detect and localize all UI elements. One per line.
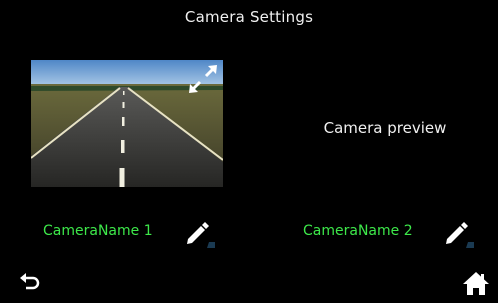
back-arrow-icon[interactable] xyxy=(18,272,42,294)
camera-2-name: CameraName 2 xyxy=(303,223,413,239)
camera-2-preview-label: Camera preview xyxy=(323,119,447,137)
pencil-icon[interactable] xyxy=(185,220,215,248)
home-icon[interactable] xyxy=(462,270,490,296)
camera-1-name: CameraName 1 xyxy=(43,223,153,239)
page-title: Camera Settings xyxy=(184,8,314,26)
expand-arrows-icon[interactable] xyxy=(186,62,220,96)
pencil-icon[interactable] xyxy=(444,220,474,248)
